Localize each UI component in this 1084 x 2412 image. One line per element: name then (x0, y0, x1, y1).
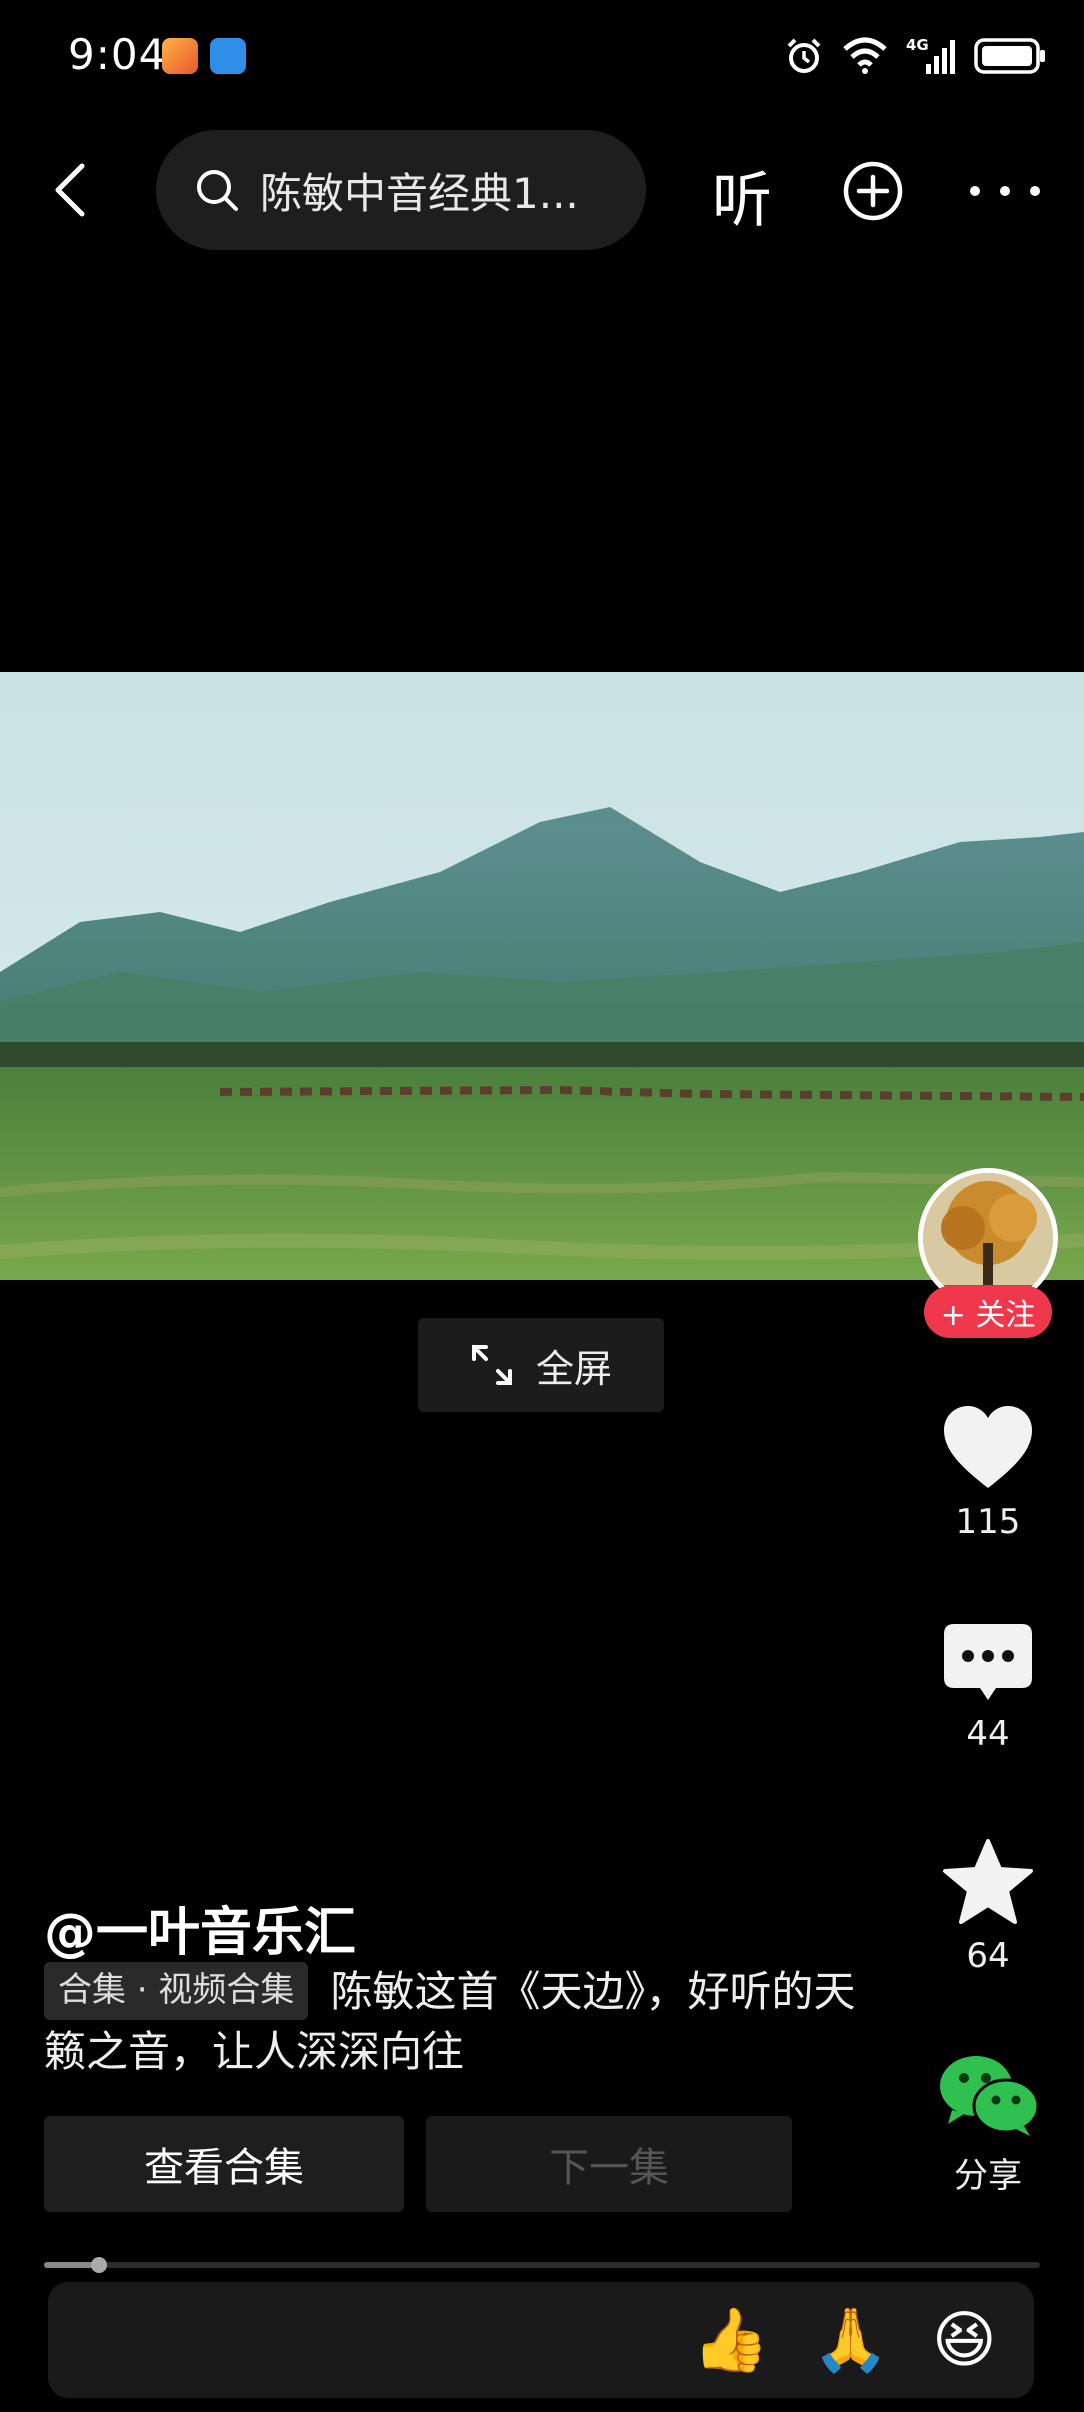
chevron-left-icon (55, 163, 85, 217)
star-icon (943, 1839, 1033, 1924)
post-caption: 合集 · 视频合集 陈敏这首《天边》，好听的天籁之音，让人深深向往 (44, 1962, 864, 2082)
follow-button[interactable]: + 关注 (924, 1286, 1052, 1338)
share-button[interactable]: 分享 (920, 2052, 1056, 2197)
laughing-emoji-button[interactable]: 😆 (932, 2304, 997, 2376)
progress-handle[interactable] (90, 2257, 107, 2273)
praying-hands-emoji-button[interactable]: 🙏 (812, 2304, 889, 2376)
top-nav: 陈敏中音经典1... 听 (0, 130, 1084, 252)
comment-button[interactable]: 44 (920, 1622, 1056, 1754)
view-collection-button[interactable]: 查看合集 (44, 2116, 404, 2212)
avatar-tree-image (923, 1173, 1053, 1303)
next-episode-button[interactable]: 下一集 (426, 2116, 792, 2212)
video-progress-bar[interactable] (44, 2257, 1040, 2273)
browser-icon (210, 38, 246, 74)
expand-icon (471, 1345, 512, 1385)
status-icons: 4G (784, 34, 1048, 78)
dot (1000, 186, 1010, 196)
alarm-icon (787, 38, 821, 73)
search-icon (197, 170, 238, 211)
heart-icon (944, 1406, 1032, 1488)
app-badge-icon (162, 38, 198, 74)
wechat-icon (940, 2056, 1040, 2136)
status-bar: 9:04 4G (0, 0, 1084, 110)
more-options-button[interactable] (970, 160, 1040, 222)
status-time: 9:04 (68, 30, 167, 79)
dot (1030, 186, 1040, 196)
dot (970, 186, 980, 196)
search-query: 陈敏中音经典1... (260, 168, 579, 218)
favorite-button[interactable]: 64 (920, 1838, 1056, 1976)
comment-input-bar[interactable]: 👍 🙏 😆 (48, 2282, 1034, 2398)
add-circle-icon[interactable] (842, 160, 904, 222)
thumbs-up-emoji-button[interactable]: 👍 (692, 2304, 769, 2376)
back-button[interactable] (40, 160, 100, 220)
like-count: 115 (955, 1502, 1021, 1542)
wifi-icon (843, 37, 887, 74)
fullscreen-label: 全屏 (535, 1346, 612, 1391)
listen-button[interactable]: 听 (712, 152, 772, 239)
author-name[interactable]: @一叶音乐汇 (44, 1890, 356, 1965)
comment-bubble-icon (944, 1624, 1032, 1700)
comment-count: 44 (966, 1714, 1010, 1754)
share-label: 分享 (954, 2156, 1022, 2196)
signal-icon: 4G (906, 36, 955, 74)
favorite-count: 64 (966, 1936, 1010, 1976)
network-type: 4G (906, 36, 929, 54)
search-box[interactable]: 陈敏中音经典1... (156, 130, 646, 250)
like-button[interactable]: 115 (920, 1404, 1056, 1542)
battery-icon (974, 38, 1045, 74)
fullscreen-button[interactable]: 全屏 (418, 1318, 664, 1412)
collection-tag[interactable]: 合集 · 视频合集 (44, 1962, 309, 2020)
